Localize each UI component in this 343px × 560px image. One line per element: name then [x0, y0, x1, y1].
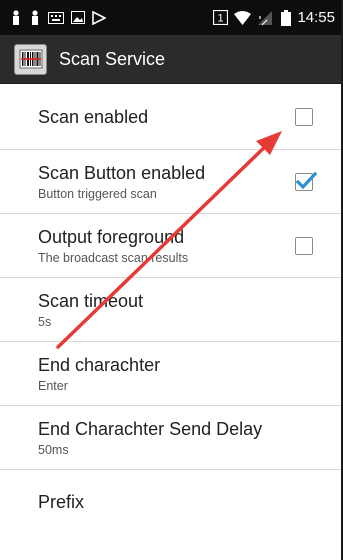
clock: 14:55: [297, 9, 335, 26]
cell-signal-icon: [257, 10, 275, 26]
setting-end-character-send-delay[interactable]: End Charachter Send Delay 50ms: [0, 406, 343, 470]
setting-end-character[interactable]: End charachter Enter: [0, 342, 343, 406]
sim-card-icon: 1: [213, 10, 229, 25]
setting-scan-button-enabled[interactable]: Scan Button enabled Button triggered sca…: [0, 150, 343, 214]
setting-prefix[interactable]: Prefix: [0, 470, 343, 534]
setting-output-foreground[interactable]: Output foreground The broadcast scan res…: [0, 214, 343, 278]
image-icon: [71, 11, 85, 24]
status-bar: 1 14:55: [0, 0, 343, 35]
setting-subtitle: 50ms: [38, 442, 69, 457]
setting-title: End charachter: [38, 354, 161, 375]
usb-person-icon: [10, 9, 22, 26]
usb-person-icon-2: [29, 9, 41, 26]
setting-title: Prefix: [38, 492, 85, 512]
app-title: Scan Service: [59, 48, 166, 69]
setting-title: Scan timeout: [38, 290, 144, 311]
system-icons: 1 14:55: [213, 9, 335, 26]
setting-scan-enabled[interactable]: Scan enabled: [0, 84, 343, 150]
sim-number: 1: [218, 13, 224, 25]
app-bar: Scan Service: [0, 35, 343, 84]
barcode-app-icon: [14, 43, 47, 75]
battery-icon: [281, 9, 292, 26]
scan-enabled-checkbox[interactable]: [295, 107, 313, 126]
setting-scan-timeout[interactable]: Scan timeout 5s: [0, 278, 343, 342]
setting-subtitle: Enter: [38, 378, 68, 393]
keyboard-icon: [48, 11, 64, 24]
settings-list: Scan enabled Scan Button enabled Button …: [0, 84, 343, 534]
checkmark-icon: [295, 171, 317, 189]
setting-subtitle: 5s: [38, 314, 52, 329]
output-foreground-checkbox[interactable]: [295, 236, 313, 255]
wifi-icon: [234, 10, 252, 25]
setting-title: End Charachter Send Delay: [38, 418, 263, 439]
scan-button-enabled-checkbox[interactable]: [295, 171, 317, 191]
notification-icons: [10, 9, 106, 26]
play-store-icon: [92, 10, 106, 25]
